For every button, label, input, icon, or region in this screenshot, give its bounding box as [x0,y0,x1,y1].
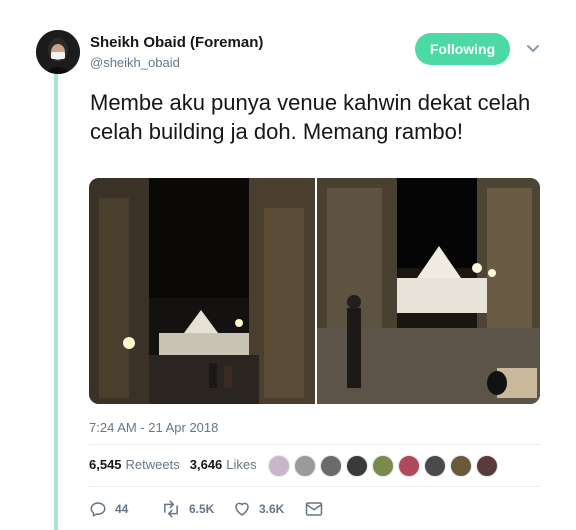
likes-stat[interactable]: 3,646 Likes [190,457,257,472]
liker-avatar[interactable] [268,455,290,477]
tweet-media [89,178,540,404]
liker-avatar[interactable] [424,455,446,477]
likes-label: Likes [226,457,257,472]
divider [89,444,540,445]
reply-button[interactable]: 44 [89,500,161,518]
following-button[interactable]: Following [415,33,510,65]
likes-count: 3,646 [189,457,223,472]
author-block: Sheikh Obaid (Foreman) @sheikh_obaid [90,34,263,71]
retweet-button[interactable]: 6.5K [161,500,233,518]
author-display-name[interactable]: Sheikh Obaid (Foreman) [90,34,263,52]
tweet-timestamp[interactable]: 7:24 AM - 21 Apr 2018 [89,420,218,435]
author-handle[interactable]: @sheikh_obaid [90,55,263,71]
chevron-down-icon[interactable] [524,42,542,56]
tweet-photo-1[interactable] [89,178,315,404]
thread-line [54,74,58,530]
liker-avatar[interactable] [294,455,316,477]
reply-count: 44 [115,502,129,516]
like-button[interactable]: 3.6K [233,500,305,518]
likers-avatars [268,455,498,477]
retweets-stat[interactable]: 6,545 Retweets [89,457,180,472]
retweets-label: Retweets [125,457,180,472]
tweet-actions: 44 6.5K 3.6K [89,500,323,518]
retweet-count: 6.5K [189,502,215,516]
liker-avatar[interactable] [476,455,498,477]
liker-avatar[interactable] [398,455,420,477]
liker-avatar[interactable] [346,455,368,477]
retweet-icon [164,500,178,518]
liker-avatar[interactable] [372,455,394,477]
direct-message-button[interactable] [305,501,323,517]
liker-avatar[interactable] [320,455,342,477]
reply-icon [90,502,106,517]
tweet-stats: 6,545 Retweets 3,646 Likes [89,457,267,472]
avatar[interactable] [36,30,80,74]
liker-avatar[interactable] [450,455,472,477]
divider [89,486,540,487]
tweet-photo-2[interactable] [317,178,540,404]
envelope-icon [305,502,323,516]
tweet-text: Membe aku punya venue kahwin dekat celah… [90,90,531,144]
like-count: 3.6K [259,502,285,516]
retweets-count: 6,545 [89,457,122,472]
avatar-image [36,30,80,74]
heart-icon [235,502,249,516]
